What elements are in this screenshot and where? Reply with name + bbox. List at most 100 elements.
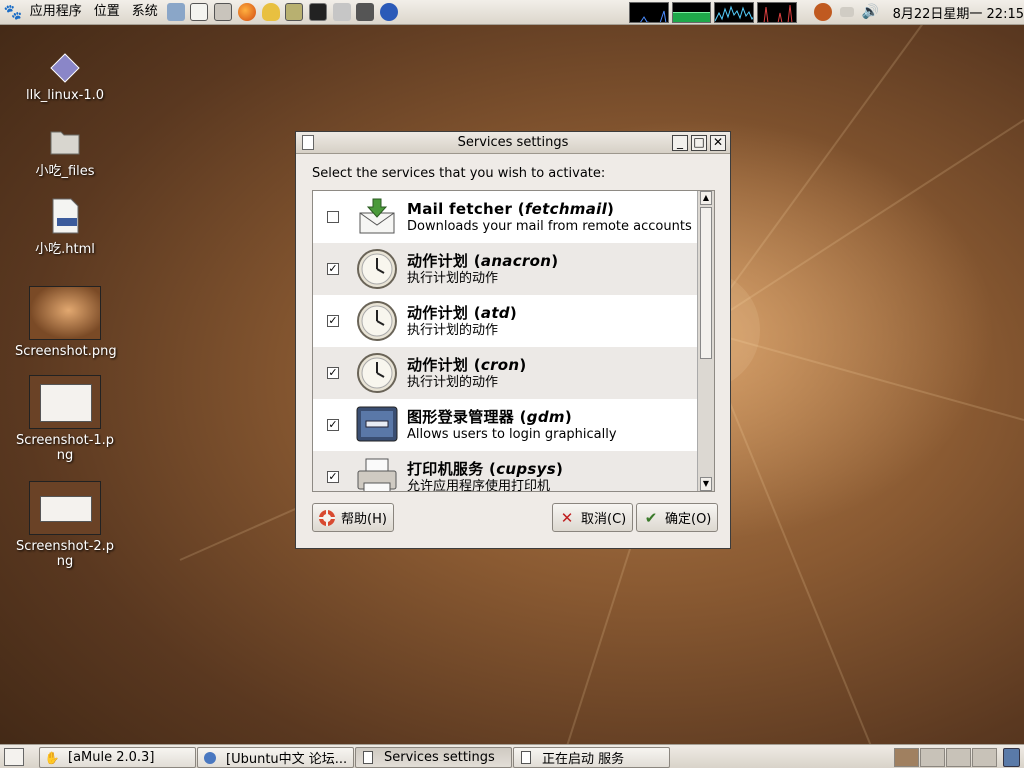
load-monitor[interactable] <box>757 1 797 23</box>
browser-globe-icon <box>202 750 218 766</box>
task-services-settings[interactable]: Services settings <box>355 747 512 768</box>
service-id: anacron <box>480 251 552 270</box>
desktop-icon-label: 小吃_files <box>35 164 95 179</box>
service-name: 打印机服务 <box>407 459 484 478</box>
task-amule[interactable]: ✋ [aMule 2.0.3] <box>39 747 196 768</box>
clock-icon <box>355 247 399 291</box>
task-label: [aMule 2.0.3] <box>68 750 155 765</box>
service-id: fetchmail <box>524 199 608 218</box>
service-id: gdm <box>526 407 565 426</box>
task-label: Services settings <box>384 750 495 765</box>
service-checkbox-atd[interactable]: ✓ <box>327 315 339 327</box>
login-screen-icon <box>355 403 399 447</box>
menu-applications[interactable]: 应用程序 <box>24 0 88 24</box>
service-row-atd[interactable]: ✓ 动作计划 (atd) 执行计划的动作 <box>313 295 697 347</box>
workspace-2[interactable] <box>920 748 945 767</box>
ok-hand-icon: ✔ <box>644 508 658 527</box>
minimize-button[interactable]: _ <box>672 135 688 151</box>
network-launcher-icon[interactable] <box>330 0 354 24</box>
service-row-cron[interactable]: ✓ 动作计划 (cron) 执行计划的动作 <box>313 347 697 399</box>
amule-icon: ✋ <box>44 750 60 765</box>
services-window-icon <box>518 750 534 766</box>
text-editor-launcher-icon[interactable] <box>188 0 212 24</box>
desktop-icon-llk[interactable]: llk_linux-1.0 <box>15 52 115 103</box>
service-name: 动作计划 <box>407 251 469 270</box>
calculator-launcher-icon[interactable] <box>211 0 235 24</box>
workspace-3[interactable] <box>946 748 971 767</box>
network-monitor[interactable] <box>714 1 755 23</box>
mail-icon <box>355 195 399 239</box>
cancel-button[interactable]: ✕ 取消(C) <box>552 503 634 532</box>
camera-launcher-icon[interactable] <box>354 0 378 24</box>
memory-monitor[interactable] <box>671 1 712 23</box>
volume-icon[interactable]: 🔊 <box>859 0 883 24</box>
desktop-icon-label: Screenshot.png <box>15 344 117 359</box>
image-thumbnail <box>29 481 101 535</box>
services-list[interactable]: Mail fetcher (fetchmail) Downloads your … <box>312 190 715 492</box>
clock[interactable]: 8月22日星期一 22:15 <box>893 3 1024 22</box>
bird-launcher-icon[interactable] <box>377 0 401 24</box>
service-row-gdm[interactable]: ✓ 图形登录管理器 (gdm) Allows users to login gr… <box>313 399 697 451</box>
service-checkbox-anacron[interactable]: ✓ <box>327 263 339 275</box>
service-description: 执行计划的动作 <box>407 374 499 390</box>
service-description: Downloads your mail from remote accounts <box>407 218 692 234</box>
folder-icon <box>50 131 80 155</box>
update-notifier-icon[interactable] <box>811 0 835 24</box>
show-desktop-icon[interactable] <box>4 748 24 766</box>
desktop-icon-screenshot-2[interactable]: Screenshot-2.png <box>15 481 115 569</box>
trash-icon[interactable] <box>1003 748 1020 767</box>
bottom-panel: ✋ [aMule 2.0.3] [Ubuntu中文 论坛... Services… <box>0 744 1024 768</box>
ok-button[interactable]: ✔ 确定(O) <box>636 503 719 532</box>
gnome-foot-icon[interactable]: 🐾 <box>2 0 24 24</box>
service-checkbox-fetchmail[interactable] <box>327 211 339 223</box>
clock-icon <box>355 299 399 343</box>
service-id: atd <box>480 303 510 322</box>
terminal-launcher-icon[interactable] <box>306 0 330 24</box>
service-id: cron <box>480 355 520 374</box>
menu-system[interactable]: 系统 <box>126 0 164 24</box>
help-button-label: 帮助(H) <box>341 512 387 527</box>
workspace-4[interactable] <box>972 748 997 767</box>
menu-places[interactable]: 位置 <box>88 0 126 24</box>
task-starting-services[interactable]: 正在启动 服务 <box>513 747 670 768</box>
service-checkbox-gdm[interactable]: ✓ <box>327 419 339 431</box>
html-file-icon <box>52 198 79 234</box>
desktop-icon-folder[interactable]: 小吃_files <box>15 128 115 179</box>
services-window-icon <box>360 750 376 766</box>
service-checkbox-cupsys[interactable]: ✓ <box>327 471 339 483</box>
desktop-icon-label: llk_linux-1.0 <box>25 88 104 103</box>
service-row-cupsys[interactable]: ✓ 打印机服务 (cupsys) 允许应用程序使用打印机 <box>313 451 697 491</box>
maximize-button[interactable]: □ <box>691 135 707 151</box>
help-button[interactable]: 帮助(H) <box>312 503 394 532</box>
service-name: 图形登录管理器 <box>407 407 515 426</box>
dialog-prompt: Select the services that you wish to act… <box>312 166 606 181</box>
service-row-fetchmail[interactable]: Mail fetcher (fetchmail) Downloads your … <box>313 191 697 243</box>
scroll-up-arrow-icon[interactable]: ▲ <box>700 191 712 205</box>
close-button[interactable]: ✕ <box>710 135 726 151</box>
ok-button-label: 确定(O) <box>665 512 712 527</box>
cancel-x-icon: ✕ <box>560 508 574 527</box>
scroll-down-arrow-icon[interactable]: ▼ <box>700 477 712 491</box>
desktop-icon-screenshot-1[interactable]: Screenshot-1.png <box>15 375 115 463</box>
cpu-monitor[interactable] <box>629 1 669 23</box>
desktop-icon-label: Screenshot-2.png <box>15 539 115 569</box>
services-scrollbar[interactable]: ▲ ▼ <box>697 191 714 491</box>
qq-launcher-icon[interactable] <box>259 0 283 24</box>
service-checkbox-cron[interactable]: ✓ <box>327 367 339 379</box>
archive-launcher-icon[interactable] <box>282 0 306 24</box>
mail-launcher-icon[interactable] <box>164 0 188 24</box>
cancel-button-label: 取消(C) <box>581 512 627 527</box>
task-ubuntu-forum[interactable]: [Ubuntu中文 论坛... <box>197 747 354 768</box>
scrollbar-thumb[interactable] <box>700 207 712 359</box>
desktop-icon-screenshot[interactable]: Screenshot.png <box>15 286 117 359</box>
diamond-icon <box>50 53 80 83</box>
firefox-launcher-icon[interactable] <box>235 0 259 24</box>
dialog-titlebar[interactable]: Services settings _ □ ✕ <box>296 132 730 154</box>
desktop-icon-html[interactable]: 小吃.html <box>15 198 115 257</box>
service-description: 执行计划的动作 <box>407 322 499 338</box>
service-row-anacron[interactable]: ✓ 动作计划 (anacron) 执行计划的动作 <box>313 243 697 295</box>
printer-tray-icon[interactable] <box>835 0 859 24</box>
lifebuoy-icon <box>317 508 337 528</box>
service-name: Mail fetcher <box>407 199 513 218</box>
workspace-1[interactable] <box>894 748 919 767</box>
